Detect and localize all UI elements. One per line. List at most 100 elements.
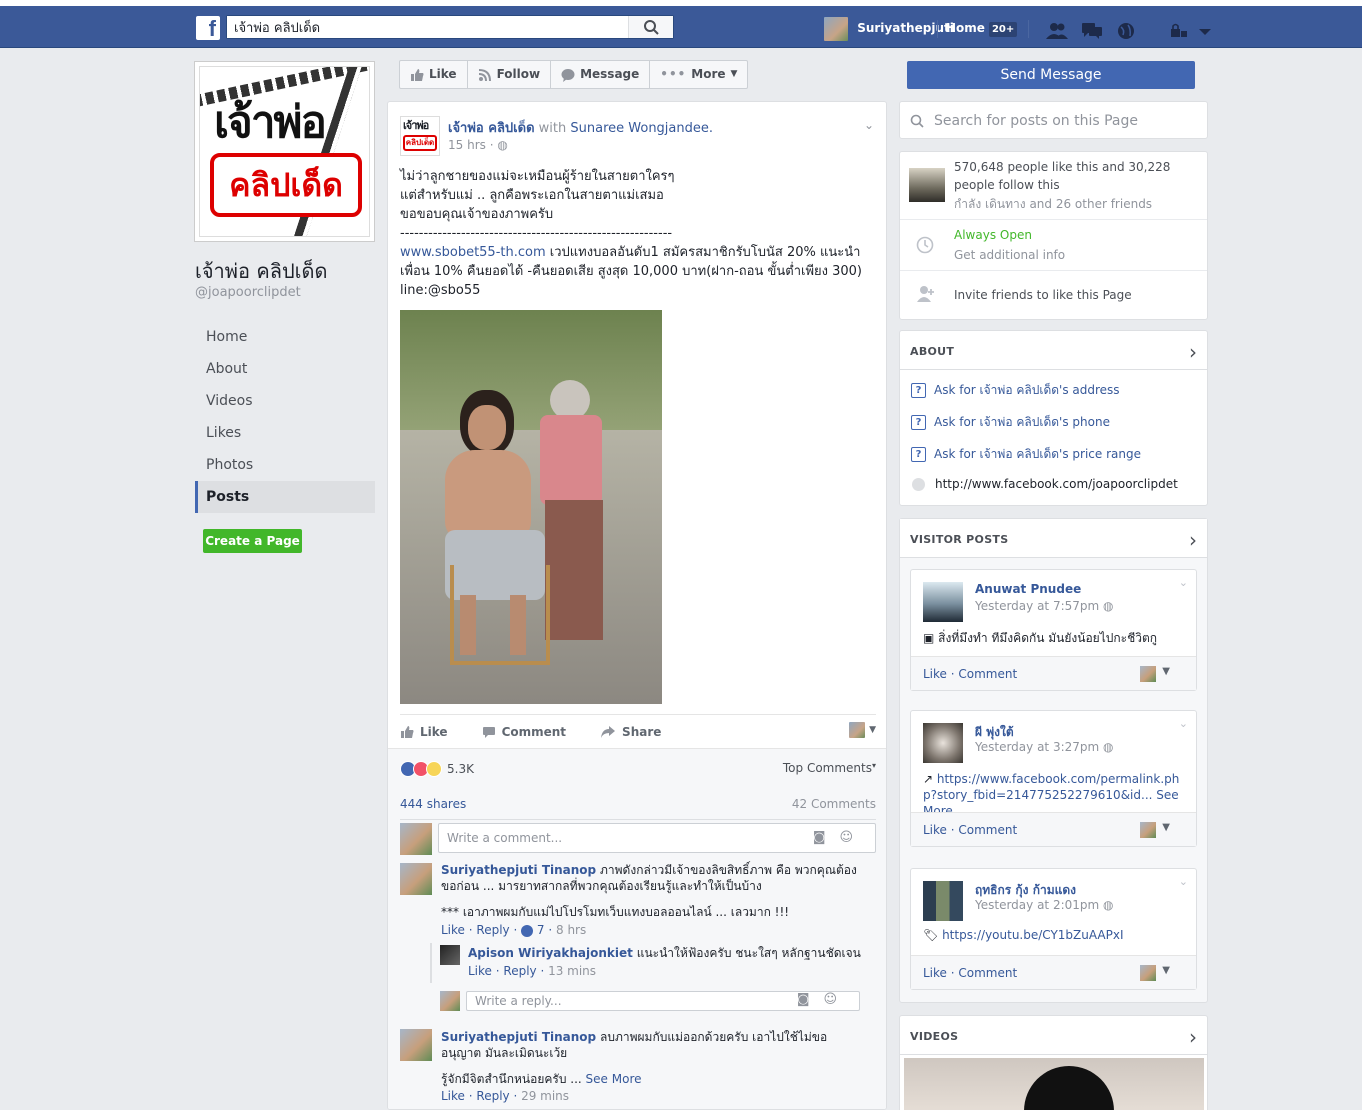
ask-price-row[interactable]: ? Ask for เจ้าพ่อ คลิปเด็ด's price range [911, 445, 1141, 464]
visitor-post-link[interactable]: https://www.facebook.com/permalink.php?s… [923, 772, 1179, 802]
search-button[interactable] [628, 16, 673, 38]
create-page-button[interactable]: Create a Page [203, 529, 302, 553]
reply-like-link[interactable]: Like [468, 964, 492, 978]
like-comment-links[interactable]: Like · Comment [923, 667, 1017, 681]
nav-likes[interactable]: Likes [195, 417, 375, 449]
page-post-search[interactable]: Search for posts on this Page [899, 101, 1208, 139]
post-share-button[interactable]: Share [600, 725, 661, 739]
follow-button[interactable]: Follow [468, 61, 552, 88]
reply-author-avatar[interactable] [440, 945, 460, 965]
comment-author[interactable]: Suriyathepjuti Tinanop [441, 863, 596, 877]
global-search-input[interactable] [227, 16, 627, 38]
page-username[interactable]: @joapoorclipdet [195, 285, 301, 300]
chevron-down-icon[interactable]: ▼ [1162, 965, 1170, 976]
visitor-avatar[interactable] [923, 723, 963, 763]
post-comment-button[interactable]: Comment [482, 725, 566, 739]
chevron-down-icon[interactable]: ▼ [1162, 666, 1170, 677]
like-comment-links[interactable]: Like · Comment [923, 823, 1017, 837]
visitor-avatar[interactable] [923, 582, 963, 622]
comment-reply-link[interactable]: Reply [476, 1089, 509, 1103]
visitor-avatar[interactable] [923, 881, 963, 921]
wow-reaction-icon [426, 761, 442, 777]
hours-row[interactable]: Always Open Get additional info [900, 220, 1207, 271]
privacy-shortcuts-icon[interactable] [1168, 22, 1190, 40]
home-link[interactable]: Home 20+ [946, 16, 1018, 40]
post-options-chevron-icon[interactable]: ⌄ [1179, 717, 1188, 730]
nav-home[interactable]: Home [195, 321, 375, 353]
ask-phone-row[interactable]: ? Ask for เจ้าพ่อ คลิปเด็ด's phone [911, 413, 1110, 432]
post-author-avatar[interactable]: เจ้าพ่อ คลิปเด็ด [400, 116, 440, 156]
comment-like-count[interactable]: 7 [537, 923, 545, 937]
send-message-button[interactable]: Send Message [907, 61, 1195, 89]
comment-like-link[interactable]: Like [441, 923, 465, 937]
facebook-logo-icon[interactable]: f [196, 16, 220, 41]
write-reply-input[interactable]: Write a reply... ◙☺ [466, 991, 860, 1011]
likes-row[interactable]: 570,648 people like this and 30,228 peop… [900, 152, 1207, 220]
message-button[interactable]: Message [551, 61, 651, 88]
like-comment-links[interactable]: Like · Comment [923, 966, 1017, 980]
nav-about[interactable]: About [195, 353, 375, 385]
visitor-post-time[interactable]: Yesterday at 2:01pm ◍ [975, 898, 1114, 912]
promo-link[interactable]: www.sbobet55-th.com [400, 245, 546, 260]
comment-author-avatar[interactable] [400, 1029, 432, 1061]
about-header[interactable]: ABOUT › [900, 331, 1207, 370]
comment-sort-dropdown[interactable]: Top Comments▾ [783, 761, 876, 775]
see-more-link[interactable]: See More [586, 1072, 642, 1086]
post-as-selector[interactable]: ▼ [849, 722, 876, 738]
comment-author[interactable]: Suriyathepjuti Tinanop [441, 1030, 596, 1044]
visitor-name[interactable]: Anuwat Pnudee [975, 582, 1081, 596]
visitor-post-link[interactable]: https://youtu.be/CY1bZuAAPxI [942, 928, 1123, 942]
post-photo[interactable] [400, 310, 662, 704]
share-icon: ↗ [923, 772, 937, 786]
reactions-count: 5.3K [447, 762, 474, 776]
visitor-posts-header[interactable]: VISITOR POSTS › [900, 519, 1207, 558]
photo-chair [450, 565, 550, 665]
reactions-summary[interactable]: 5.3K [400, 761, 474, 777]
post-timestamp[interactable]: 15 hrs · ◍ [448, 138, 508, 152]
comments-count[interactable]: 42 Comments [792, 797, 876, 811]
ask-address-row[interactable]: ? Ask for เจ้าพ่อ คลิปเด็ด's address [911, 381, 1120, 400]
shares-count[interactable]: 444 shares [400, 797, 466, 811]
profile-link[interactable]: Suriyathepjuti [824, 16, 954, 41]
comment-meta: Like · Reply · 29 mins [441, 1089, 570, 1103]
nav-videos[interactable]: Videos [195, 385, 375, 417]
like-page-button[interactable]: Like [400, 61, 468, 88]
tagged-person-link[interactable]: Sunaree Wongjandee. [570, 121, 713, 136]
additional-info-text[interactable]: Get additional info [954, 246, 1065, 264]
video-thumbnail[interactable] [904, 1058, 1204, 1110]
camera-and-emoji-icons[interactable]: ◙☺ [813, 824, 867, 852]
nav-posts[interactable]: Posts [195, 481, 375, 513]
post-options-chevron-icon[interactable]: ⌄ [1179, 875, 1188, 888]
messages-icon[interactable] [1081, 22, 1103, 40]
post-options-chevron-icon[interactable]: ⌄ [864, 118, 874, 132]
post-line: ขอขอบคุณเจ้าของภาพครับ [400, 207, 554, 222]
account-menu-chevron-down-icon[interactable] [1194, 22, 1216, 40]
visitor-post-time[interactable]: Yesterday at 3:27pm ◍ [975, 740, 1114, 754]
post-author-link[interactable]: เจ้าพ่อ คลิปเด็ด [448, 121, 535, 136]
page-profile-picture[interactable]: เจ้าพ่อ คลิปเด็ด [194, 61, 375, 242]
write-comment-input[interactable]: Write a comment... ◙☺ [438, 823, 876, 853]
reply-reply-link[interactable]: Reply [503, 964, 536, 978]
videos-header[interactable]: VIDEOS › [900, 1016, 1207, 1055]
friend-requests-icon[interactable] [1046, 22, 1068, 40]
page-title[interactable]: เจ้าพ่อ คลิปเด็ด [195, 255, 327, 287]
comment-like-link[interactable]: Like [441, 1089, 465, 1103]
visitor-post-time[interactable]: Yesterday at 7:57pm ◍ [975, 599, 1114, 613]
notifications-globe-icon[interactable] [1115, 22, 1137, 40]
post-options-chevron-icon[interactable]: ⌄ [1179, 576, 1188, 589]
invite-row[interactable]: Invite friends to like this Page [900, 271, 1207, 319]
more-button[interactable]: ••• More ▼ [650, 61, 747, 88]
photo-man-face [468, 405, 506, 450]
chevron-down-icon[interactable]: ▼ [1162, 822, 1170, 833]
reply-author[interactable]: Apison Wiriyakhajonkiet [468, 946, 633, 960]
write-comment-placeholder: Write a comment... [447, 831, 563, 845]
video-subject-silhouette [1024, 1066, 1114, 1110]
home-count-badge: 20+ [988, 22, 1018, 37]
nav-photos[interactable]: Photos [195, 449, 375, 481]
comment-author-avatar[interactable] [400, 863, 432, 895]
camera-and-emoji-icons[interactable]: ◙☺ [797, 991, 851, 1009]
friends-like-text[interactable]: กำลัง เดินทาง and 26 other friends [954, 195, 1152, 213]
page-url-row[interactable]: http://www.facebook.com/joapoorclipdet [911, 477, 1178, 491]
comment-reply-link[interactable]: Reply [476, 923, 509, 937]
post-like-button[interactable]: Like [400, 725, 448, 739]
